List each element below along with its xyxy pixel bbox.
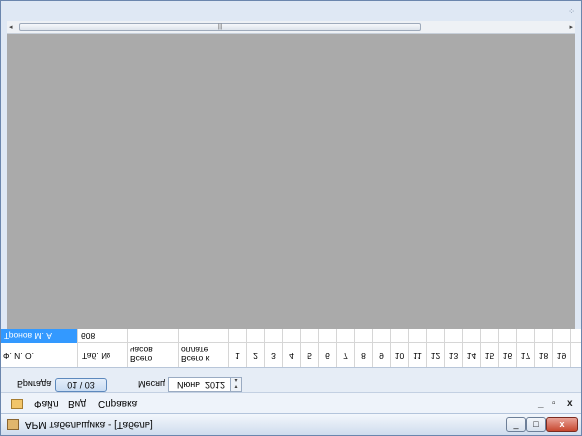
day-label: 3 (271, 351, 276, 361)
cell-day[interactable] (229, 329, 247, 343)
day-label: 8 (361, 351, 366, 361)
cell-pay[interactable] (179, 329, 229, 343)
column-header-label: Таб. № (82, 351, 111, 361)
cell-day[interactable] (517, 329, 535, 343)
menu-bar: Файл Вид Справка _ ▫ x (1, 392, 581, 414)
year-value: 2012 (205, 380, 226, 390)
cell-hours[interactable] (128, 329, 179, 343)
app-icon[interactable] (7, 419, 19, 430)
cell-day[interactable] (463, 329, 481, 343)
filter-panel: Бригада 01 \ 03 Месяц Июнь 2012 ▾ ▴ (1, 367, 581, 392)
cell-day[interactable] (535, 329, 553, 343)
cell-day[interactable] (283, 329, 301, 343)
brigade-value: 01 \ 03 (67, 380, 95, 390)
menu-help[interactable]: Справка (98, 398, 137, 409)
column-header-label: Всего к оплате (181, 345, 210, 364)
cell-day[interactable] (337, 329, 355, 343)
size-grip-icon[interactable]: ⁘ (568, 7, 575, 16)
cell-day[interactable] (427, 329, 445, 343)
app-window: ⁘ ◂ ||| ▸ Ф. И. О. Таб. № Всего часов Вс… (0, 0, 582, 436)
maximize-button[interactable]: □ (526, 417, 546, 432)
mdi-minimize-button[interactable]: _ (538, 398, 544, 409)
day-label: 16 (502, 351, 513, 361)
column-header-label: Ф. И. О. (3, 351, 34, 361)
day-label: 1 (235, 351, 240, 361)
status-strip: ⁘ (7, 7, 575, 21)
month-year-picker[interactable]: Июнь 2012 ▾ ▴ (168, 377, 242, 392)
day-label: 19 (556, 351, 567, 361)
day-label: 7 (343, 351, 348, 361)
spin-buttons-icon[interactable]: ▾ ▴ (230, 378, 241, 391)
mdi-client-area (7, 34, 575, 329)
maximize-icon: □ (533, 419, 539, 429)
cell-tab[interactable]: 608 (78, 329, 128, 343)
table-row[interactable]: Тронов М. А 608 (1, 329, 581, 343)
cell-day[interactable] (373, 329, 391, 343)
cell-day[interactable] (391, 329, 409, 343)
minimize-icon: _ (513, 419, 519, 429)
cell-day[interactable] (319, 329, 337, 343)
day-label: 4 (289, 351, 294, 361)
day-label: 13 (448, 351, 459, 361)
cell-text: 608 (81, 331, 96, 341)
cell-day[interactable] (355, 329, 373, 343)
brigade-button[interactable]: 01 \ 03 (55, 378, 107, 392)
scrollbar-thumb[interactable]: ||| (19, 23, 421, 31)
brigade-label: Бригада (17, 379, 52, 389)
close-button[interactable]: x (546, 417, 578, 432)
window-title: АРМ табельщика - [Табель] (25, 419, 153, 430)
cell-day[interactable] (481, 329, 499, 343)
column-header-label: Всего часов (130, 345, 153, 364)
day-label: 5 (307, 351, 312, 361)
day-label: 6 (325, 351, 330, 361)
day-label: 9 (379, 351, 384, 361)
day-label: 18 (538, 351, 549, 361)
menu-file[interactable]: Файл (34, 398, 59, 409)
cell-day[interactable] (553, 329, 571, 343)
day-label: 11 (413, 351, 422, 361)
cell-day[interactable] (445, 329, 463, 343)
mdi-restore-button[interactable]: ▫ (552, 398, 556, 409)
day-label: 14 (466, 351, 477, 361)
menu-view[interactable]: Вид (68, 398, 86, 409)
cell-day[interactable] (301, 329, 319, 343)
cell-fio[interactable]: Тронов М. А (1, 329, 78, 343)
cell-day[interactable] (499, 329, 517, 343)
month-value: Июнь (177, 380, 200, 390)
day-label: 17 (520, 351, 531, 361)
scroll-left-icon[interactable]: ◂ (9, 23, 13, 31)
cell-text: Тронов М. А (4, 331, 52, 341)
day-label: 12 (430, 351, 441, 361)
cell-day[interactable] (409, 329, 427, 343)
title-bar[interactable]: АРМ табельщика - [Табель] _ □ x (1, 413, 581, 435)
horizontal-scrollbar[interactable]: ◂ ||| ▸ (7, 21, 575, 34)
mdi-close-button[interactable]: x (567, 398, 573, 409)
cell-day[interactable] (247, 329, 265, 343)
cell-day[interactable] (265, 329, 283, 343)
scroll-right-icon[interactable]: ▸ (569, 23, 573, 31)
document-icon (11, 399, 23, 409)
day-label: 10 (394, 351, 405, 361)
month-label: Месяц (138, 379, 166, 389)
day-label: 2 (253, 351, 258, 361)
minimize-button[interactable]: _ (506, 417, 526, 432)
day-label: 15 (484, 351, 495, 361)
close-icon: x (559, 419, 565, 429)
